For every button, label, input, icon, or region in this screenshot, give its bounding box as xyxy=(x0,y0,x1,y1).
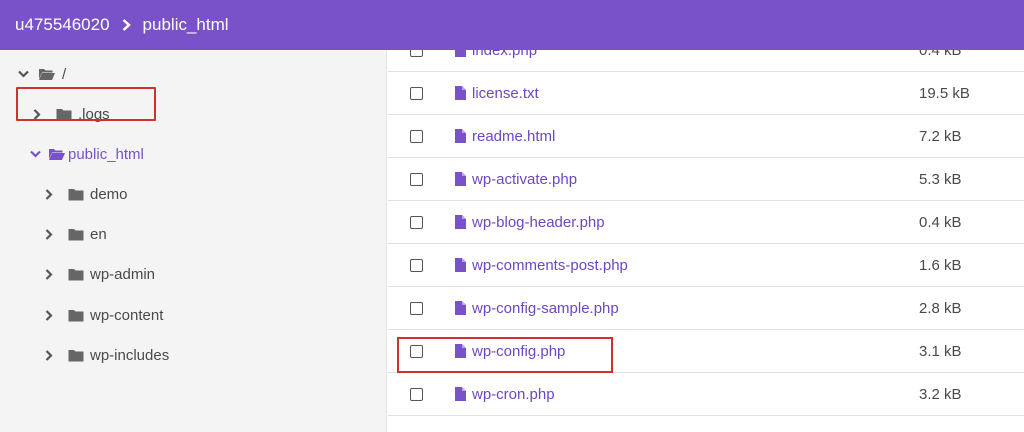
highlight-box-public-html xyxy=(16,87,156,121)
chevron-down-icon[interactable] xyxy=(28,150,42,158)
breadcrumb-root[interactable]: u475546020 xyxy=(15,15,110,35)
file-icon xyxy=(455,50,466,57)
file-size: 0.4 kB xyxy=(919,213,962,231)
file-icon xyxy=(455,387,466,401)
file-name[interactable]: wp-activate.php xyxy=(472,171,577,188)
tree-item-label: demo xyxy=(90,185,128,203)
file-icon xyxy=(455,129,466,143)
folder-icon xyxy=(68,188,84,201)
file-size: 5.3 kB xyxy=(919,170,962,188)
tree-item-label: en xyxy=(90,225,107,243)
folder-icon xyxy=(68,309,84,322)
file-name[interactable]: wp-comments-post.php xyxy=(472,257,628,274)
tree-item-wp-admin[interactable]: wp-admin xyxy=(42,262,155,286)
file-row[interactable]: wp-config-sample.php 2.8 kB xyxy=(388,287,1024,330)
file-size: 1.6 kB xyxy=(919,256,962,274)
chevron-right-icon[interactable] xyxy=(42,228,56,240)
tree-item-label: wp-admin xyxy=(90,265,156,283)
tree-item-wp-includes[interactable]: wp-includes xyxy=(42,343,169,367)
file-checkbox[interactable] xyxy=(410,215,423,229)
file-row[interactable]: license.txt 19.5 kB xyxy=(388,72,1024,115)
file-name[interactable]: index.php xyxy=(472,50,537,59)
file-name[interactable]: wp-cron.php xyxy=(472,386,555,403)
file-size: 0.4 kB xyxy=(919,50,962,59)
file-row[interactable]: wp-blog-header.php 0.4 kB xyxy=(388,201,1024,244)
chevron-right-icon xyxy=(122,19,131,31)
chevron-right-icon[interactable] xyxy=(42,188,56,200)
chevron-down-icon[interactable] xyxy=(16,70,30,78)
folder-icon xyxy=(68,268,84,281)
file-checkbox[interactable] xyxy=(410,86,423,100)
file-row[interactable]: wp-activate.php 5.3 kB xyxy=(388,158,1024,201)
file-size: 2.8 kB xyxy=(919,299,962,317)
chevron-right-icon[interactable] xyxy=(42,309,56,321)
folder-open-icon xyxy=(38,67,56,81)
chevron-right-icon[interactable] xyxy=(42,349,56,361)
breadcrumb: u475546020 public_html xyxy=(0,0,1024,50)
tree-item-en[interactable]: en xyxy=(42,222,107,246)
file-checkbox[interactable] xyxy=(410,50,423,57)
file-name[interactable]: readme.html xyxy=(472,128,555,145)
folder-icon xyxy=(68,228,84,241)
file-size: 19.5 kB xyxy=(919,84,970,102)
file-icon xyxy=(455,215,466,229)
file-list: index.php 0.4 kB license.txt 19.5 kB readme.… xyxy=(388,50,1024,432)
tree-item-label: / xyxy=(62,65,67,83)
tree-item-wp-content[interactable]: wp-content xyxy=(42,303,163,327)
highlight-box-wp-config xyxy=(397,337,613,373)
file-row[interactable]: index.php 0.4 kB xyxy=(388,50,1024,72)
file-name[interactable]: wp-config-sample.php xyxy=(472,300,619,317)
file-icon xyxy=(455,172,466,186)
tree-item-label: public_html xyxy=(68,145,144,163)
tree-item-label: wp-content xyxy=(90,306,164,324)
file-checkbox[interactable] xyxy=(410,387,423,401)
file-checkbox[interactable] xyxy=(410,301,423,315)
folder-icon xyxy=(68,349,84,362)
file-row[interactable]: wp-comments-post.php 1.6 kB xyxy=(388,244,1024,287)
file-row[interactable]: readme.html 7.2 kB xyxy=(388,115,1024,158)
file-checkbox[interactable] xyxy=(410,172,423,186)
tree-item-demo[interactable]: demo xyxy=(42,182,128,206)
file-name[interactable]: wp-blog-header.php xyxy=(472,214,605,231)
file-icon xyxy=(455,258,466,272)
tree-item-root[interactable]: / xyxy=(16,62,66,86)
file-icon xyxy=(455,301,466,315)
chevron-right-icon[interactable] xyxy=(42,268,56,280)
file-row[interactable]: wp-cron.php 3.2 kB xyxy=(388,373,1024,416)
file-checkbox[interactable] xyxy=(410,129,423,143)
file-size: 3.2 kB xyxy=(919,385,962,403)
file-checkbox[interactable] xyxy=(410,258,423,272)
file-name[interactable]: license.txt xyxy=(472,85,539,102)
file-icon xyxy=(455,86,466,100)
file-size: 3.1 kB xyxy=(919,342,962,360)
folder-open-icon xyxy=(48,147,66,161)
file-size: 7.2 kB xyxy=(919,127,962,145)
breadcrumb-current: public_html xyxy=(142,15,229,34)
tree-item-public-html[interactable]: public_html xyxy=(28,142,144,166)
tree-item-label: wp-includes xyxy=(90,346,170,364)
